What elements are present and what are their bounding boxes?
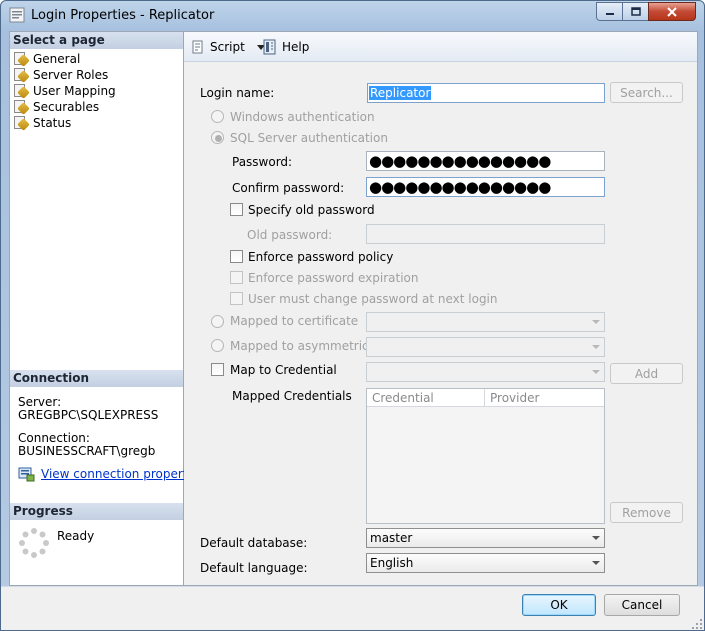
close-icon [667, 6, 677, 17]
enforce-policy-checkbox[interactable] [230, 250, 243, 263]
mapped-certificate-label: Mapped to certificate [230, 314, 359, 328]
column-credential[interactable]: Credential [372, 391, 434, 405]
app-icon [9, 7, 25, 23]
confirm-password-input[interactable]: ●●●●●●●●●●●●●●● [366, 177, 605, 197]
chevron-down-icon [592, 536, 600, 540]
mapped-credentials-grid[interactable]: Credential Provider [366, 388, 605, 524]
mapped-credentials-label: Mapped Credentials [232, 389, 352, 403]
page-status[interactable]: Status [13, 115, 71, 131]
page-icon [13, 68, 30, 83]
page-user-mapping[interactable]: User Mapping [13, 83, 116, 99]
old-password-label: Old password: [247, 228, 333, 242]
map-credential-label: Map to Credential [230, 363, 337, 377]
connection-value: BUSINESSCRAFT\gregb [18, 444, 156, 458]
must-change-checkbox[interactable] [230, 292, 243, 305]
maximize-button[interactable] [622, 2, 649, 21]
page-label: Securables [33, 100, 100, 114]
connection-heading: Connection [10, 370, 183, 387]
column-divider [484, 389, 485, 407]
remove-credential-button[interactable]: Remove [610, 502, 683, 523]
toolbar: Script Help [184, 32, 697, 62]
sql-auth-radio[interactable] [211, 131, 224, 144]
help-button[interactable]: Help [262, 38, 309, 56]
button-bar [1, 586, 704, 630]
minimize-icon [605, 12, 614, 15]
grid-header: Credential Provider [367, 389, 604, 407]
default-database-label: Default database: [200, 536, 308, 550]
password-input[interactable]: ●●●●●●●●●●●●●●● [366, 151, 605, 171]
specify-old-password-checkbox[interactable] [230, 203, 243, 216]
progress-status: Ready [57, 529, 95, 543]
progress-spinner-icon [19, 528, 49, 558]
script-button[interactable]: Script [190, 38, 265, 56]
page-securables[interactable]: Securables [13, 99, 99, 115]
cancel-button[interactable]: Cancel [604, 594, 680, 616]
default-database-value: master [370, 531, 413, 545]
chevron-down-icon [592, 320, 600, 324]
confirm-password-label: Confirm password: [232, 181, 345, 195]
enforce-policy-label: Enforce password policy [248, 250, 394, 264]
progress-heading: Progress [10, 503, 183, 520]
password-label: Password: [232, 155, 293, 169]
chevron-down-icon [592, 561, 600, 565]
page-icon [13, 52, 30, 67]
window-title: Login Properties - Replicator [31, 8, 215, 23]
chevron-down-icon [592, 370, 600, 374]
login-name-value: Replicator [369, 86, 432, 100]
script-icon [192, 40, 203, 54]
page-icon [13, 116, 30, 131]
enforce-expiration-label: Enforce password expiration [248, 271, 419, 285]
column-provider[interactable]: Provider [490, 391, 539, 405]
select-page-heading: Select a page [10, 32, 183, 49]
login-name-input[interactable]: Replicator [367, 83, 605, 103]
title-bar[interactable]: Login Properties - Replicator [1, 1, 704, 31]
default-language-label: Default language: [200, 561, 308, 575]
dialog-window: Login Properties - Replicator Select a p… [0, 0, 705, 631]
script-label: Script [210, 40, 245, 54]
search-button[interactable]: Search... [610, 82, 683, 103]
page-label: Server Roles [33, 68, 109, 82]
ok-button[interactable]: OK [522, 594, 596, 616]
specify-old-password-label: Specify old password [248, 203, 375, 217]
view-connection-properties-link[interactable]: View connection properties [41, 467, 204, 481]
login-name-label: Login name: [200, 86, 275, 100]
old-password-input[interactable] [366, 224, 605, 244]
must-change-label: User must change password at next login [248, 292, 498, 306]
minimize-button[interactable] [596, 2, 623, 21]
page-server-roles[interactable]: Server Roles [13, 67, 108, 83]
default-database-select[interactable]: master [366, 528, 605, 548]
server-value: GREGBPC\SQLEXPRESS [18, 408, 159, 422]
map-credential-checkbox[interactable] [211, 363, 224, 376]
close-button[interactable] [648, 2, 696, 21]
page-general[interactable]: General [13, 51, 80, 67]
chevron-down-icon [592, 345, 600, 349]
asym-key-combo[interactable] [366, 337, 605, 357]
windows-auth-label: Windows authentication [230, 110, 375, 124]
page-icon [13, 100, 30, 115]
page-icon [13, 84, 30, 99]
mapped-asym-key-radio[interactable] [211, 339, 224, 352]
maximize-icon [630, 7, 641, 16]
connection-properties-icon [18, 467, 35, 482]
sql-auth-label: SQL Server authentication [230, 131, 388, 145]
resize-grip-icon[interactable] [691, 618, 703, 630]
page-label: Status [33, 116, 72, 130]
default-language-select[interactable]: English [366, 553, 605, 573]
credential-combo[interactable] [366, 362, 605, 382]
mapped-certificate-radio[interactable] [211, 315, 224, 328]
page-label: General [33, 52, 81, 66]
help-label: Help [282, 40, 310, 54]
right-pane: Script Help Login name: Replicator Searc… [184, 31, 698, 586]
add-credential-button[interactable]: Add [610, 363, 683, 384]
windows-auth-radio[interactable] [211, 110, 224, 123]
default-language-value: English [370, 556, 414, 570]
page-label: User Mapping [33, 84, 116, 98]
enforce-expiration-checkbox[interactable] [230, 271, 243, 284]
certificate-combo[interactable] [366, 312, 605, 332]
help-icon [263, 39, 276, 55]
